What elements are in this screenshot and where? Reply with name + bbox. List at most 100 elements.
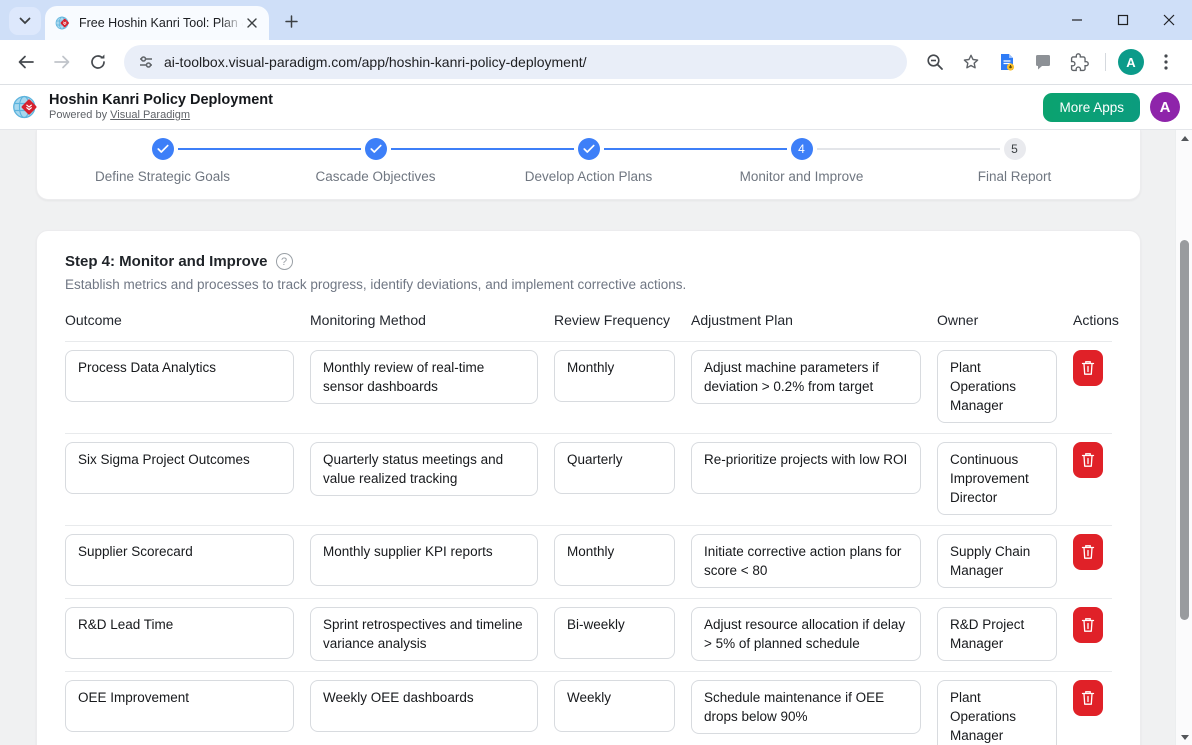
delete-row-button[interactable] — [1073, 350, 1103, 386]
outcome-input[interactable]: Supplier Scorecard — [65, 534, 294, 586]
tab-close-icon[interactable] — [243, 14, 261, 32]
window-controls — [1054, 0, 1192, 40]
powered-by: Powered by Visual Paradigm — [49, 109, 273, 122]
stepper-step-5[interactable]: 5Final Report — [908, 138, 1121, 184]
stepper-step-2[interactable]: Cascade Objectives — [269, 138, 482, 184]
outcome-input[interactable]: Process Data Analytics — [65, 350, 294, 402]
adjustment-input[interactable]: Adjust resource allocation if delay > 5%… — [691, 607, 921, 661]
app-title: Hoshin Kanri Policy Deployment — [49, 92, 273, 109]
more-apps-button[interactable]: More Apps — [1043, 93, 1140, 122]
trash-icon — [1081, 544, 1095, 560]
browser-menu-kebab-icon[interactable] — [1150, 46, 1182, 78]
window-minimize-button[interactable] — [1054, 0, 1100, 40]
outcome-input[interactable]: R&D Lead Time — [65, 607, 294, 659]
frequency-input[interactable]: Quarterly — [554, 442, 675, 494]
adjustment-input[interactable]: Adjust machine parameters if deviation >… — [691, 350, 921, 404]
site-settings-icon[interactable] — [138, 54, 154, 70]
stepper-connector — [817, 148, 1000, 150]
step-label: Develop Action Plans — [525, 169, 653, 184]
column-header: Monitoring Method — [310, 312, 538, 328]
adjustment-input[interactable]: Re-prioritize projects with low ROI — [691, 442, 921, 494]
frequency-input[interactable]: Weekly — [554, 680, 675, 732]
table-body: Process Data Analytics Monthly review of … — [65, 342, 1112, 745]
column-header: Actions — [1073, 312, 1119, 328]
forward-icon[interactable] — [46, 46, 78, 78]
stepper-step-4[interactable]: 4 Monitor and Improve — [695, 138, 908, 184]
scrollbar-down-icon[interactable] — [1176, 729, 1192, 745]
url-text[interactable]: ai-toolbox.visual-paradigm.com/app/hoshi… — [164, 54, 587, 70]
table-row: Supplier Scorecard Monthly supplier KPI r… — [65, 526, 1112, 599]
user-avatar[interactable]: A — [1150, 92, 1180, 122]
step-label: Monitor and Improve — [740, 169, 864, 184]
table-row: R&D Lead Time Sprint retrospectives and t… — [65, 599, 1112, 672]
step-number: 4 — [791, 138, 813, 160]
step-check-icon — [152, 138, 174, 160]
new-tab-button[interactable] — [277, 7, 305, 35]
help-icon[interactable]: ? — [276, 253, 293, 270]
visual-paradigm-favicon — [55, 15, 71, 31]
window-close-button[interactable] — [1146, 0, 1192, 40]
adjustment-input[interactable]: Initiate corrective action plans for sco… — [691, 534, 921, 588]
step-description: Establish metrics and processes to track… — [65, 277, 1112, 292]
stepper-connector — [391, 148, 574, 150]
bookmark-star-icon[interactable] — [955, 46, 987, 78]
visual-paradigm-link[interactable]: Visual Paradigm — [110, 109, 190, 121]
zoom-out-icon[interactable] — [919, 46, 951, 78]
trash-icon — [1081, 690, 1095, 706]
scrollbar-thumb[interactable] — [1180, 240, 1189, 620]
reload-icon[interactable] — [82, 46, 114, 78]
delete-row-button[interactable] — [1073, 534, 1103, 570]
tab-search-button[interactable] — [9, 7, 41, 35]
step-check-icon — [365, 138, 387, 160]
stepper-step-1[interactable]: Define Strategic Goals — [56, 138, 269, 184]
tab-title: Free Hoshin Kanri Tool: Plan & E — [79, 16, 243, 30]
browser-tab[interactable]: Free Hoshin Kanri Tool: Plan & E — [45, 6, 269, 40]
owner-input[interactable]: Plant Operations Manager — [937, 350, 1057, 423]
delete-row-button[interactable] — [1073, 680, 1103, 716]
extensions-puzzle-icon[interactable] — [1063, 46, 1095, 78]
outcome-input[interactable]: Six Sigma Project Outcomes — [65, 442, 294, 494]
step-label: Final Report — [978, 169, 1052, 184]
method-input[interactable]: Weekly OEE dashboards — [310, 680, 538, 732]
column-header: Review Frequency — [554, 312, 675, 328]
back-icon[interactable] — [10, 46, 42, 78]
delete-row-button[interactable] — [1073, 442, 1103, 478]
extension-comment-icon[interactable] — [1027, 46, 1059, 78]
frequency-input[interactable]: Bi-weekly — [554, 607, 675, 659]
owner-input[interactable]: Supply Chain Manager — [937, 534, 1057, 588]
toolbar-right: A — [917, 46, 1184, 78]
page-scrollbar[interactable] — [1175, 130, 1192, 745]
owner-input[interactable]: Plant Operations Manager — [937, 680, 1057, 745]
window-maximize-button[interactable] — [1100, 0, 1146, 40]
method-input[interactable]: Sprint retrospectives and timeline varia… — [310, 607, 538, 661]
method-input[interactable]: Quarterly status meetings and value real… — [310, 442, 538, 496]
owner-input[interactable]: Continuous Improvement Director — [937, 442, 1057, 515]
method-input[interactable]: Monthly review of real-time sensor dashb… — [310, 350, 538, 404]
column-header: Outcome — [65, 312, 294, 328]
row-actions — [1073, 350, 1112, 386]
url-bar[interactable]: ai-toolbox.visual-paradigm.com/app/hoshi… — [124, 45, 907, 79]
frequency-input[interactable]: Monthly — [554, 534, 675, 586]
step-label: Define Strategic Goals — [95, 169, 230, 184]
trash-icon — [1081, 617, 1095, 633]
delete-row-button[interactable] — [1073, 607, 1103, 643]
row-actions — [1073, 607, 1112, 643]
outcome-input[interactable]: OEE Improvement — [65, 680, 294, 732]
browser-profile-avatar[interactable]: A — [1118, 49, 1144, 75]
browser-tabstrip: Free Hoshin Kanri Tool: Plan & E — [0, 0, 1192, 40]
owner-input[interactable]: R&D Project Manager — [937, 607, 1057, 661]
browser-toolbar: ai-toolbox.visual-paradigm.com/app/hoshi… — [0, 40, 1192, 85]
stepper-step-3[interactable]: Develop Action Plans — [482, 138, 695, 184]
scrollbar-up-icon[interactable] — [1176, 130, 1192, 146]
frequency-input[interactable]: Monthly — [554, 350, 675, 402]
powered-by-prefix: Powered by — [49, 109, 110, 121]
app-header: Hoshin Kanri Policy Deployment Powered b… — [0, 85, 1192, 130]
column-header: Adjustment Plan — [691, 312, 921, 328]
extension-doc-download-icon[interactable] — [991, 46, 1023, 78]
adjustment-input[interactable]: Schedule maintenance if OEE drops below … — [691, 680, 921, 734]
column-header: Owner — [937, 312, 1057, 328]
table-row: OEE Improvement Weekly OEE dashboards Week… — [65, 672, 1112, 745]
method-input[interactable]: Monthly supplier KPI reports — [310, 534, 538, 586]
row-actions — [1073, 442, 1112, 478]
stepper-steps: Define Strategic Goals Cascade Objectives… — [56, 138, 1121, 184]
